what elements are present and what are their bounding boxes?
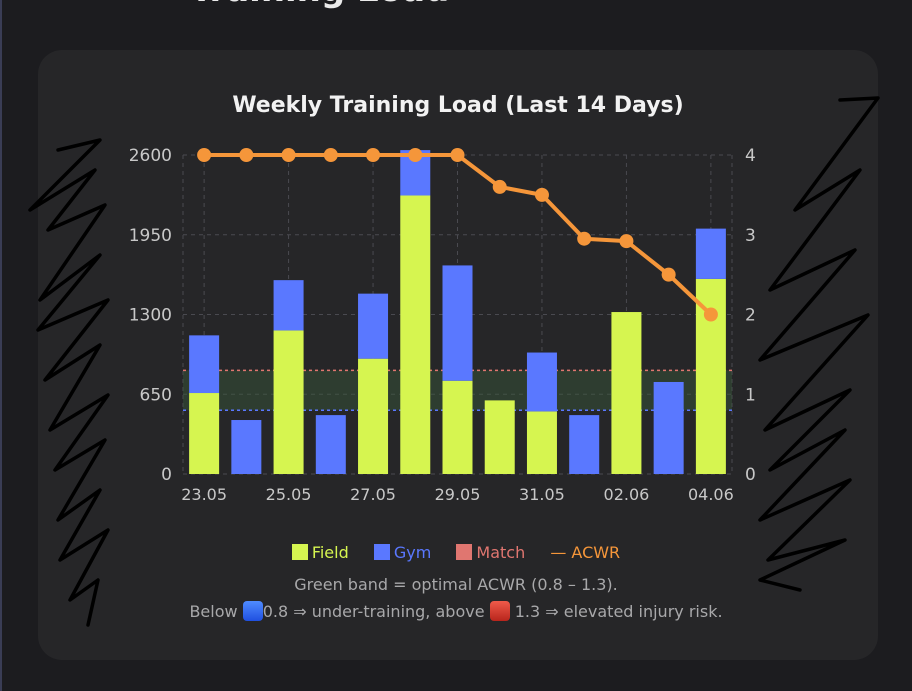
note-risk-middle: 0.8 ⇒ under-training, above (262, 602, 485, 621)
legend-field-swatch (291, 544, 308, 560)
bar-gym (358, 293, 389, 359)
bar-gym (569, 415, 600, 474)
legend-match-swatch (456, 544, 473, 560)
bar-field (442, 380, 473, 474)
x-tick-label: 29.05 (435, 485, 481, 504)
legend-gym-label: Gym (393, 543, 432, 562)
acwr-point (703, 307, 718, 322)
acwr-point (661, 267, 676, 282)
y-left-tick-label: 1300 (129, 306, 172, 326)
legend-acwr: — ACWR (550, 543, 620, 562)
y-right-tick-label: 2 (745, 306, 756, 326)
x-tick-label: 04.06 (688, 485, 734, 504)
legend-match: Match (456, 543, 530, 562)
note-risk-below: Below (189, 602, 238, 621)
x-tick-label: 27.05 (350, 485, 396, 504)
y-right-tick-label: 3 (745, 226, 756, 246)
acwr-point (197, 148, 212, 162)
y-right-tick-label: 1 (745, 385, 756, 405)
bar-gym (695, 228, 726, 279)
acwr-point (323, 148, 338, 162)
bar-gym (315, 415, 346, 474)
acwr-point (492, 179, 507, 194)
acwr-point (577, 231, 592, 246)
chart-title: Weekly Training Load (Last 14 Days) (232, 93, 683, 118)
legend-field: Field (291, 543, 354, 562)
y-left-tick-label: 2600 (129, 146, 172, 166)
legend-match-label: Match (476, 543, 526, 562)
x-tick-label: 23.05 (181, 485, 227, 504)
acwr-point (534, 187, 549, 202)
legend-field-label: Field (311, 543, 349, 562)
acwr-point (408, 148, 423, 162)
y-left-tick-label: 650 (140, 385, 172, 405)
legend-gym: Gym (373, 543, 437, 562)
bar-gym (189, 335, 220, 394)
high-risk-square-icon (489, 601, 510, 621)
bar-gym (273, 280, 304, 331)
bar-gym (653, 381, 684, 474)
legend-acwr-label: — ACWR (550, 543, 621, 562)
note-risk-above: 1.3 ⇒ elevated injury risk. (514, 602, 723, 621)
note-optimal-band: Green band = optimal ACWR (0.8 – 1.3). (294, 575, 618, 594)
bar-field (526, 411, 557, 474)
bar-field (611, 312, 642, 474)
legend-gym-swatch (373, 544, 390, 560)
x-tick-label: 02.06 (604, 485, 650, 504)
acwr-point (366, 148, 381, 162)
bar-field (273, 330, 304, 474)
x-tick-label: 25.05 (266, 485, 312, 504)
acwr-point (239, 148, 254, 162)
low-risk-square-icon (242, 601, 263, 621)
acwr-point (619, 234, 634, 249)
x-tick-label: 31.05 (519, 485, 565, 504)
bar-gym (526, 352, 557, 412)
y-left-tick-label: 0 (161, 465, 172, 485)
bar-field (189, 393, 220, 474)
acwr-point (450, 148, 465, 162)
bar-gym (442, 265, 473, 381)
chart-legend: Field Gym Match — ACWR (0, 543, 912, 562)
bar-field (484, 400, 515, 474)
note-risk: Below 0.8 ⇒ under-training, above 1.3 ⇒ … (0, 601, 912, 621)
bar-field (358, 358, 389, 474)
y-left-tick-label: 1950 (129, 226, 172, 246)
bar-gym (231, 420, 262, 474)
acwr-point (281, 148, 296, 162)
y-right-tick-label: 4 (745, 146, 756, 166)
y-right-tick-label: 0 (745, 465, 756, 485)
bar-field (400, 195, 431, 474)
